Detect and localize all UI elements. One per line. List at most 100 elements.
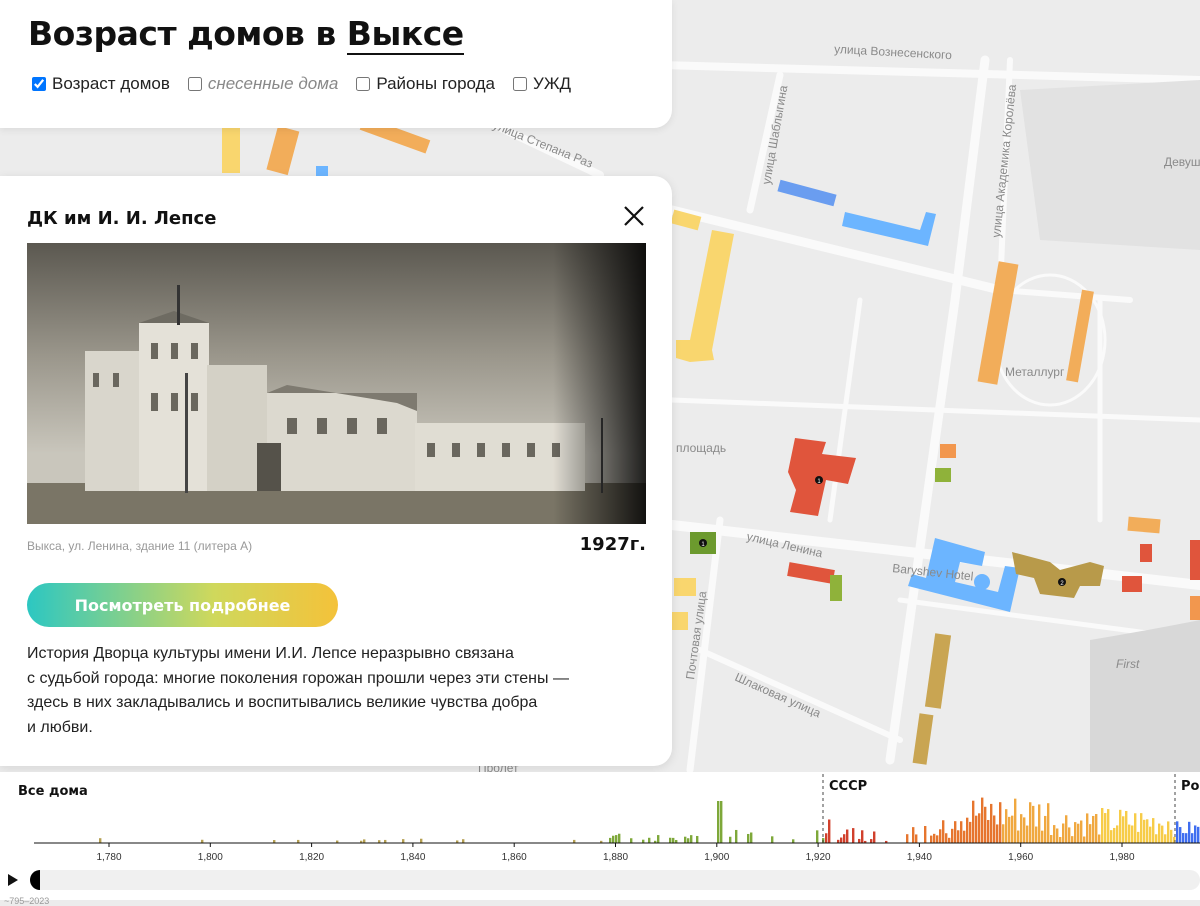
histogram-bar[interactable] [1113,827,1116,843]
histogram-bar[interactable] [945,833,948,843]
histogram-bar[interactable] [363,839,366,843]
histogram-bar[interactable] [1155,834,1158,843]
building[interactable] [222,128,240,173]
histogram-bar[interactable] [840,837,843,843]
histogram-bar[interactable] [984,806,987,843]
histogram-bar[interactable] [969,821,972,843]
building[interactable] [1140,544,1152,562]
histogram-bar[interactable] [1077,823,1080,843]
histogram-bar[interactable] [948,837,951,843]
layer-toggle-districts[interactable]: Районы города [356,74,495,94]
histogram-bar[interactable] [690,835,693,843]
histogram-bar[interactable] [1041,830,1044,843]
histogram-bar[interactable] [1182,833,1185,843]
histogram-bar[interactable] [978,813,981,843]
histogram-bar[interactable] [1098,834,1101,843]
histogram-bar[interactable] [972,800,975,843]
histogram-bar[interactable] [99,838,102,843]
histogram-bar[interactable] [1188,821,1191,843]
histogram-bar[interactable] [957,830,960,843]
histogram-bar[interactable] [1119,809,1122,843]
histogram-bar[interactable] [1101,808,1104,843]
layer-toggle-building-age[interactable]: Возраст домов [32,74,170,94]
histogram-bar[interactable] [612,835,615,843]
histogram-bar[interactable] [1176,821,1179,843]
histogram-bar[interactable] [936,835,939,843]
histogram-bar[interactable] [1164,834,1167,843]
more-details-button[interactable]: Посмотреть подробнее [27,583,338,627]
histogram-bar[interactable] [1044,815,1047,843]
histogram-bar[interactable] [930,835,933,843]
histogram-bar[interactable] [657,835,660,843]
histogram-bar[interactable] [1152,818,1155,843]
histogram-bar[interactable] [1011,815,1014,843]
histogram-bar[interactable] [1005,809,1008,843]
histogram-bar[interactable] [1122,816,1125,843]
histogram-bar[interactable] [618,833,621,843]
histogram-bar[interactable] [1134,813,1137,843]
histogram-bar[interactable] [630,838,633,843]
histogram-bar[interactable] [852,828,855,843]
histogram-bar[interactable] [858,838,861,843]
building[interactable] [1190,596,1200,620]
building[interactable] [940,444,956,458]
histogram-bar[interactable] [1065,815,1068,843]
histogram-bar[interactable] [720,801,723,843]
year-timeline[interactable]: 1,780 1,800 1,820 1,840 1,860 1,880 1,900 1,920… [0,772,1200,906]
building-age-checkbox[interactable] [32,77,46,91]
histogram-bar[interactable] [609,837,612,843]
layer-toggle-demolished[interactable]: снесенные дома [187,74,338,94]
histogram-bar[interactable] [1032,805,1035,843]
histogram-bar[interactable] [1110,830,1113,843]
histogram-bar[interactable] [873,831,876,843]
histogram-bar[interactable] [816,830,819,843]
histogram-bar[interactable] [870,839,873,843]
uzhd-checkbox[interactable] [513,77,528,91]
histogram-bar[interactable] [1167,821,1170,843]
histogram-bar[interactable] [1074,822,1077,843]
histogram-bar[interactable] [846,829,849,843]
histogram-bar[interactable] [1197,826,1200,843]
histogram-bar[interactable] [942,820,945,843]
histogram-bar[interactable] [981,797,984,843]
histogram-bar[interactable] [1083,836,1086,843]
histogram-bar[interactable] [462,839,465,843]
histogram-bar[interactable] [1194,825,1197,843]
histogram-bar[interactable] [615,835,618,843]
histogram-bar[interactable] [1047,803,1050,843]
histogram-bar[interactable] [1008,816,1011,843]
histogram-bar[interactable] [729,836,732,843]
histogram-bar[interactable] [1050,834,1053,843]
histogram-bar[interactable] [1080,820,1083,843]
histogram-bar[interactable] [1023,817,1026,843]
histogram-bar[interactable] [750,832,753,843]
histogram-bar[interactable] [987,819,990,843]
histogram-bar[interactable] [717,801,720,843]
building[interactable] [830,575,842,601]
histogram-bar[interactable] [1068,827,1071,843]
histogram-bar[interactable] [1161,825,1164,843]
histogram-bar[interactable] [1131,825,1134,843]
close-icon[interactable] [622,204,646,228]
histogram-bar[interactable] [963,830,966,843]
histogram-bar[interactable] [1053,825,1056,843]
histogram-bar[interactable] [1035,826,1038,843]
building[interactable] [1122,576,1142,592]
histogram-bar[interactable] [771,836,774,843]
histogram-bar[interactable] [1029,802,1032,843]
histogram-bar[interactable] [1020,814,1023,843]
building[interactable] [974,574,990,590]
histogram-bar[interactable] [420,838,423,843]
histogram-bar[interactable] [1002,824,1005,843]
histogram-bar[interactable] [1056,828,1059,843]
histogram-bar[interactable] [684,836,687,843]
demolished-checkbox[interactable] [187,77,202,91]
histogram-bar[interactable] [1143,819,1146,843]
histogram-bar[interactable] [960,821,963,843]
histogram-bars[interactable] [99,797,1200,843]
histogram-bar[interactable] [1104,813,1107,843]
histogram-bar[interactable] [825,833,828,843]
histogram-bar[interactable] [924,826,927,843]
building[interactable] [1127,516,1161,534]
histogram-bar[interactable] [861,830,864,843]
